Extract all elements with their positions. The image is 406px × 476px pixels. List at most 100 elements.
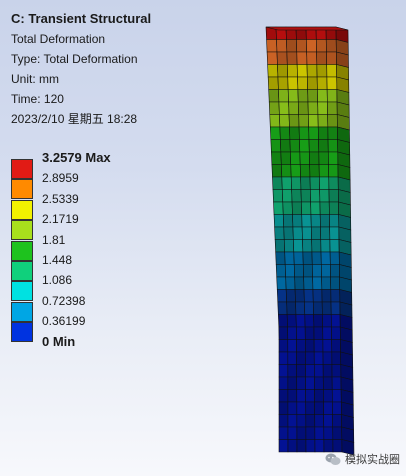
mesh-element: [268, 101, 280, 115]
mesh-element: [332, 414, 342, 428]
mesh-element: [331, 389, 342, 403]
mesh-element: [278, 101, 290, 115]
mesh-element: [278, 426, 289, 440]
mesh-element: [297, 101, 309, 115]
mesh-element: [306, 39, 317, 53]
mesh-element: [318, 139, 329, 153]
mesh-element: [286, 51, 298, 65]
mesh-element: [302, 264, 313, 278]
mesh-element: [322, 351, 333, 365]
mesh-element: [328, 176, 339, 190]
mesh-element: [312, 301, 323, 315]
mesh-element: [275, 264, 286, 278]
mesh-element: [314, 426, 325, 440]
mesh-element: [287, 439, 298, 453]
mesh-element: [328, 189, 339, 203]
mesh-element: [296, 389, 306, 403]
mesh-element: [294, 276, 305, 290]
mesh-element: [269, 114, 281, 128]
mesh-element: [305, 426, 316, 440]
mesh-element: [309, 189, 321, 203]
mesh-element: [321, 276, 332, 290]
mesh-element: [300, 176, 311, 190]
mesh-element: [317, 126, 329, 140]
mesh-element: [301, 201, 312, 215]
mesh-element: [323, 401, 333, 415]
mesh-element: [305, 364, 315, 378]
mesh-element: [287, 401, 298, 415]
mesh-element: [294, 289, 305, 303]
mesh-element: [323, 389, 333, 403]
mesh-element: [313, 339, 324, 353]
mesh-element: [278, 439, 289, 453]
mesh-element: [310, 226, 322, 240]
mesh-element: [331, 364, 342, 378]
mesh-element: [309, 176, 320, 190]
mesh-element: [308, 126, 319, 140]
mesh-element: [330, 301, 341, 315]
mesh-element: [304, 326, 315, 340]
mesh-element: [281, 176, 292, 190]
mesh-element: [322, 364, 333, 378]
mesh-element: [305, 376, 315, 390]
mesh-element: [284, 264, 295, 278]
mesh-element: [266, 51, 278, 65]
mesh-element: [307, 89, 318, 103]
mesh-element: [318, 164, 330, 178]
mesh-element: [297, 89, 309, 103]
mesh-element: [296, 39, 307, 53]
mesh-element: [299, 151, 310, 165]
mesh-element: [313, 326, 324, 340]
mesh-element: [286, 64, 298, 78]
deformed-column-model[interactable]: [0, 0, 406, 476]
mesh-element: [293, 251, 304, 265]
mesh-element: [304, 301, 314, 315]
mesh-element: [278, 376, 289, 390]
mesh-element: [277, 64, 289, 78]
mesh-element: [305, 351, 315, 365]
mesh-element: [287, 389, 298, 403]
mesh-element: [299, 164, 311, 178]
mesh-element: [278, 389, 289, 403]
mesh-element: [281, 164, 292, 178]
mesh-element: [277, 301, 288, 315]
mesh-element: [306, 64, 318, 78]
watermark-text: 模拟实战圈: [345, 454, 400, 466]
mesh-element: [319, 176, 330, 190]
mesh-element: [271, 151, 282, 165]
mesh-element: [327, 126, 338, 140]
watermark: 模拟实战圈: [325, 451, 400, 467]
mesh-element: [301, 226, 312, 240]
mesh-element: [322, 339, 333, 353]
mesh-element: [316, 64, 328, 78]
mesh-element: [286, 39, 298, 53]
mesh-element: [322, 314, 332, 328]
mesh-element: [314, 439, 325, 453]
mesh-element: [296, 51, 308, 65]
mesh-element: [296, 426, 307, 440]
mesh-element: [316, 76, 328, 90]
mesh-element: [283, 239, 295, 253]
mesh-element: [293, 239, 304, 253]
mesh-element: [303, 276, 314, 290]
mesh-element: [314, 376, 324, 390]
mesh-element: [278, 89, 289, 103]
mesh-element: [267, 76, 279, 90]
mesh-element: [317, 114, 329, 128]
mesh-element: [315, 39, 327, 53]
mesh-element: [296, 64, 308, 78]
mesh-element: [313, 314, 324, 328]
mesh-element: [267, 64, 279, 78]
mesh-element: [320, 251, 331, 265]
mesh-element: [272, 189, 284, 203]
mesh-element: [310, 201, 321, 215]
mesh-element: [276, 39, 288, 53]
mesh-element: [291, 201, 303, 215]
mesh-element: [285, 276, 296, 290]
mesh-element: [323, 414, 334, 428]
mesh-element: [276, 276, 287, 290]
mesh-element: [280, 151, 292, 165]
mesh-element: [326, 51, 337, 65]
mesh-element: [320, 264, 331, 278]
mesh-element: [278, 401, 289, 415]
